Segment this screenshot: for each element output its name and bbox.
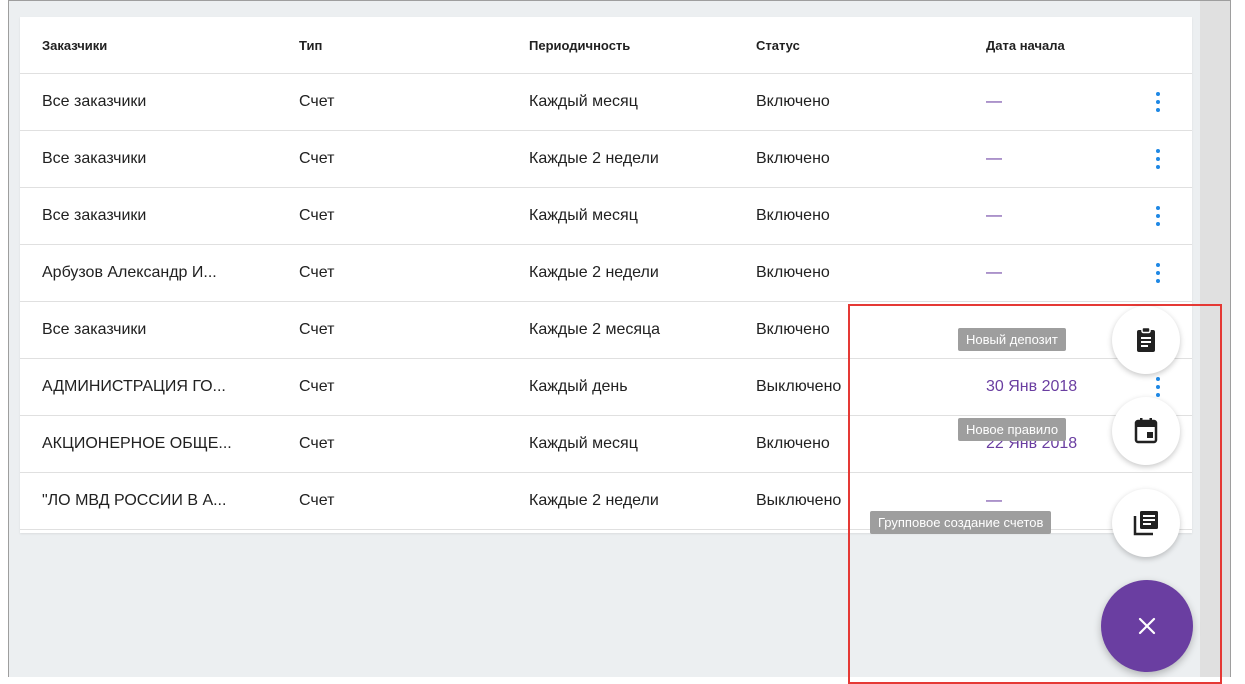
table-row[interactable]: Все заказчики Счет Каждые 2 недели Включ… <box>20 131 1192 188</box>
cell-customer: Арбузов Александр И... <box>42 264 217 281</box>
cell-periodicity: Каждый месяц <box>529 435 638 452</box>
table-row[interactable]: Арбузов Александр И... Счет Каждые 2 нед… <box>20 245 1192 302</box>
cell-customer: АКЦИОНЕРНОЕ ОБЩЕ... <box>42 435 232 452</box>
cell-start-date: — <box>986 207 1002 224</box>
header-type[interactable]: Тип <box>299 17 322 73</box>
cell-status: Выключено <box>756 492 842 509</box>
header-customers[interactable]: Заказчики <box>42 17 107 73</box>
cell-periodicity: Каждый день <box>529 378 628 395</box>
cell-status: Включено <box>756 321 830 338</box>
more-vert-icon[interactable] <box>1148 131 1168 187</box>
cell-periodicity: Каждые 2 месяца <box>529 321 661 338</box>
bulk-invoices-button[interactable] <box>1112 489 1180 557</box>
cell-customer: Все заказчики <box>42 207 147 224</box>
table-row[interactable]: Все заказчики Счет Каждый месяц Включено… <box>20 74 1192 131</box>
more-vert-icon[interactable] <box>1148 245 1168 301</box>
bulk-invoices-tooltip: Групповое создание счетов <box>870 511 1052 534</box>
cell-status: Включено <box>756 93 830 110</box>
cell-periodicity: Каждый месяц <box>529 207 638 224</box>
cell-type: Счет <box>299 378 335 395</box>
library-books-icon <box>1133 511 1158 536</box>
cell-periodicity: Каждые 2 недели <box>529 264 659 281</box>
cell-start-date: — <box>986 150 1002 167</box>
new-rule-button[interactable] <box>1112 397 1180 465</box>
cell-periodicity: Каждые 2 недели <box>529 150 659 167</box>
cell-type: Счет <box>299 492 335 509</box>
close-fab-button[interactable] <box>1101 580 1193 672</box>
new-deposit-button[interactable] <box>1112 306 1180 374</box>
cell-type: Счет <box>299 435 335 452</box>
cell-status: Включено <box>756 207 830 224</box>
cell-type: Счет <box>299 150 335 167</box>
cell-customer: Все заказчики <box>42 93 147 110</box>
cell-customer: "ЛО МВД РОССИИ В А... <box>42 492 227 509</box>
more-vert-icon[interactable] <box>1148 188 1168 244</box>
table-header-row: Заказчики Тип Периодичность Статус Дата … <box>20 17 1192 74</box>
calendar-icon <box>1134 418 1158 444</box>
cell-periodicity: Каждый месяц <box>529 93 638 110</box>
cell-start-date: — <box>986 93 1002 110</box>
cell-customer: АДМИНИСТРАЦИЯ ГО... <box>42 378 226 395</box>
cell-status: Включено <box>756 435 830 452</box>
clipboard-icon <box>1137 327 1155 352</box>
cell-type: Счет <box>299 207 335 224</box>
cell-type: Счет <box>299 321 335 338</box>
cell-type: Счет <box>299 93 335 110</box>
header-periodicity[interactable]: Периодичность <box>529 17 630 73</box>
new-deposit-tooltip: Новый депозит <box>958 328 1066 351</box>
close-icon <box>1138 617 1156 635</box>
more-vert-icon[interactable] <box>1148 74 1168 130</box>
cell-status: Выключено <box>756 378 842 395</box>
header-start-date[interactable]: Дата начала <box>986 17 1065 73</box>
table-row[interactable]: Все заказчики Счет Каждый месяц Включено… <box>20 188 1192 245</box>
cell-status: Включено <box>756 264 830 281</box>
cell-customer: Все заказчики <box>42 321 147 338</box>
cell-start-date: — <box>986 264 1002 281</box>
header-status[interactable]: Статус <box>756 17 800 73</box>
cell-type: Счет <box>299 264 335 281</box>
new-rule-tooltip: Новое правило <box>958 418 1067 441</box>
cell-periodicity: Каждые 2 недели <box>529 492 659 509</box>
cell-status: Включено <box>756 150 830 167</box>
cell-customer: Все заказчики <box>42 150 147 167</box>
